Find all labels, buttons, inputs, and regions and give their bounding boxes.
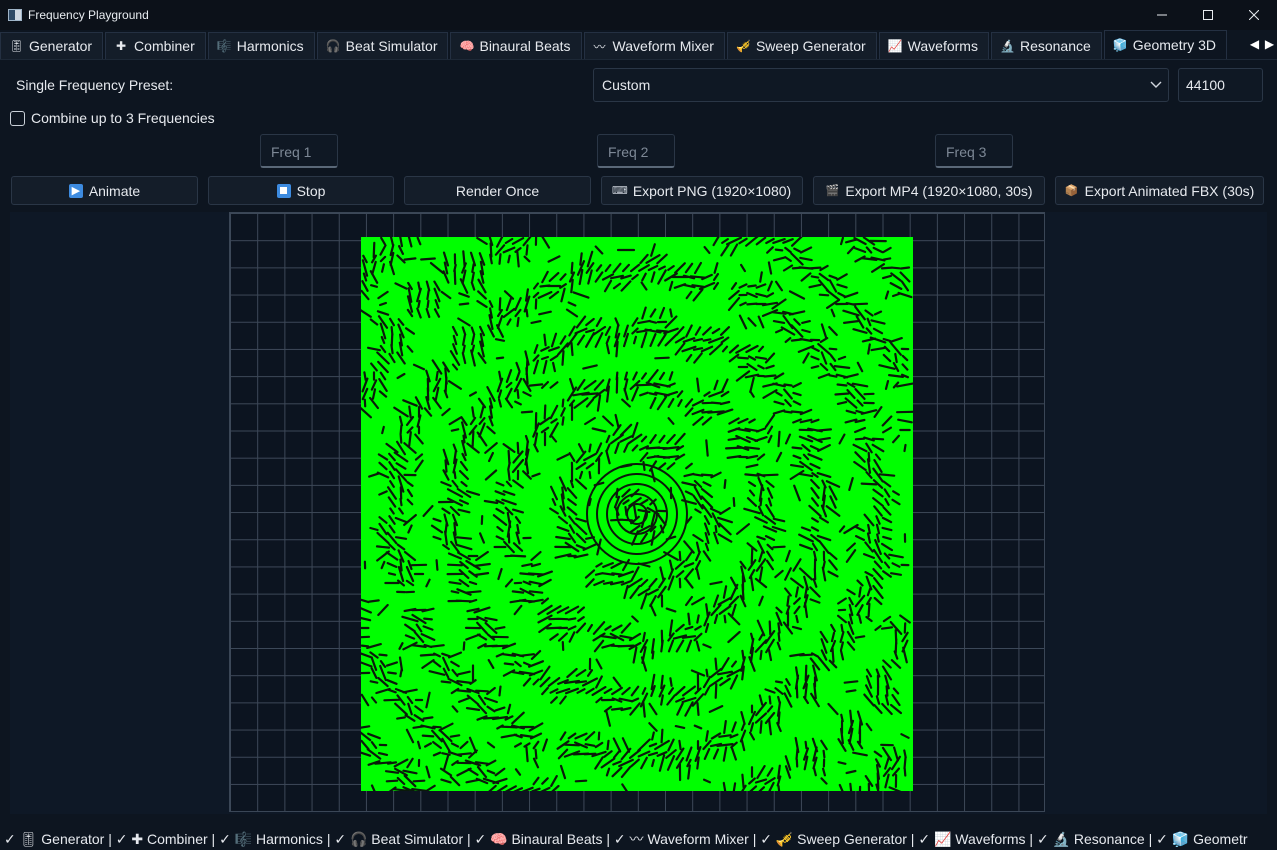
tab-waveforms[interactable]: 📈 Waveforms <box>878 32 989 59</box>
combine-checkbox-row[interactable]: Combine up to 3 Frequencies <box>10 110 215 126</box>
tab-label: Geometry 3D <box>1132 37 1217 53</box>
freq2-input[interactable]: Freq 2 <box>597 134 675 168</box>
chart-icon: 📈 <box>887 39 903 53</box>
preset-label: Single Frequency Preset: <box>16 77 174 93</box>
window-title: Frequency Playground <box>28 8 149 22</box>
stop-label: Stop <box>296 182 326 199</box>
microscope-icon: 🔬 <box>999 39 1015 53</box>
status-bar: ✓ 🎚 Generator | ✓ ✚ Combiner | ✓ 🎼 Harmo… <box>0 828 1277 850</box>
pattern-ring <box>586 463 688 565</box>
stop-icon <box>276 183 291 198</box>
grid-background <box>229 212 1045 812</box>
title-bar: Frequency Playground <box>0 0 1277 30</box>
pattern-ring <box>626 503 648 525</box>
interference-pattern-graphic <box>361 237 913 791</box>
tab-label: Waveform Mixer <box>612 38 714 54</box>
preset-row: Single Frequency Preset: Custom 44100 <box>0 68 1277 102</box>
tab-generator[interactable]: 🎚 Generator <box>0 32 104 59</box>
tab-geometry-3d[interactable]: 🧊 Geometry 3D <box>1103 30 1228 59</box>
export-png-label: Export PNG (1920×1080) <box>632 182 792 199</box>
tab-label: Beat Simulator <box>345 38 438 54</box>
export-png-button[interactable]: ⌨ Export PNG (1920×1080) <box>601 176 803 205</box>
tab-bar: 🎚 Generator ✚ Combiner 🎼 Harmonics 🎧 Beat Simul… <box>0 30 1277 60</box>
maximize-icon <box>1203 10 1213 20</box>
render-once-button[interactable]: Render Once <box>404 176 591 205</box>
pattern-strokes <box>361 237 913 791</box>
tab-scroll-left-icon[interactable]: ◀ <box>1247 30 1262 57</box>
sample-rate-input[interactable]: 44100 <box>1178 68 1263 102</box>
tab-scroll-buttons: ◀ ▶ <box>1247 30 1277 57</box>
headphones-icon: 🎧 <box>325 39 341 53</box>
geometry-pattern <box>361 237 913 791</box>
tab-resonance[interactable]: 🔬 Resonance <box>990 32 1102 59</box>
stop-button[interactable]: Stop <box>208 176 394 205</box>
chevron-down-icon <box>1150 81 1162 88</box>
animate-button[interactable]: ▶ Animate <box>11 176 198 205</box>
app-icon <box>8 9 22 21</box>
export-mp4-button[interactable]: 🎬 Export MP4 (1920×1080, 30s) <box>813 176 1045 205</box>
tab-scroll-right-icon[interactable]: ▶ <box>1262 30 1277 57</box>
action-buttons-row: ▶ Animate Stop Render Once ⌨ Export PNG … <box>0 176 1277 206</box>
render-canvas[interactable] <box>10 212 1267 814</box>
harmonics-icon: 🎼 <box>216 39 232 53</box>
close-button[interactable] <box>1231 0 1277 30</box>
combine-checkbox[interactable] <box>10 110 25 126</box>
export-fbx-button[interactable]: 📦 Export Animated FBX (30s) <box>1055 176 1264 205</box>
tab-label: Binaural Beats <box>479 38 571 54</box>
tab-harmonics[interactable]: 🎼 Harmonics <box>207 32 315 59</box>
tab-label: Generator <box>29 38 93 54</box>
wave-mixer-icon: 〰 <box>593 39 606 54</box>
combine-label: Combine up to 3 Frequencies <box>31 110 215 126</box>
sweep-icon: 🎺 <box>735 39 751 53</box>
animate-label: Animate <box>88 182 141 199</box>
pattern-ring <box>596 473 678 555</box>
tab-combiner[interactable]: ✚ Combiner <box>105 32 206 59</box>
tab-beat-simulator[interactable]: 🎧 Beat Simulator <box>316 32 449 59</box>
freq1-input[interactable]: Freq 1 <box>260 134 338 168</box>
tab-label: Harmonics <box>236 38 304 54</box>
maximize-button[interactable] <box>1185 0 1231 30</box>
package-icon: 📦 <box>1064 185 1079 197</box>
geometry-icon: 🧊 <box>1112 38 1128 52</box>
export-fbx-label: Export Animated FBX (30s) <box>1084 182 1255 199</box>
tab-waveform-mixer[interactable]: 〰 Waveform Mixer <box>583 32 725 59</box>
preset-selected-value: Custom <box>602 77 651 93</box>
window-controls <box>1139 0 1277 30</box>
tab-binaural-beats[interactable]: 🧠 Binaural Beats <box>450 32 582 59</box>
close-icon <box>1249 10 1259 20</box>
tab-label: Resonance <box>1019 38 1091 54</box>
clapper-icon: 🎬 <box>825 185 840 197</box>
tab-label: Sweep Generator <box>755 38 866 54</box>
minimize-icon <box>1157 14 1167 16</box>
plus-icon: ✚ <box>116 39 127 53</box>
preset-select[interactable]: Custom <box>593 68 1169 102</box>
tab-sweep-generator[interactable]: 🎺 Sweep Generator <box>726 32 877 59</box>
brain-icon: 🧠 <box>459 39 475 53</box>
play-icon: ▶ <box>68 183 83 198</box>
tab-label: Waveforms <box>907 38 978 54</box>
freq3-input[interactable]: Freq 3 <box>935 134 1013 168</box>
generator-icon: 🎚 <box>9 39 25 53</box>
keyboard-icon: ⌨ <box>611 185 628 197</box>
render-once-label: Render Once <box>455 182 540 199</box>
tab-label: Combiner <box>134 38 195 54</box>
minimize-button[interactable] <box>1139 0 1185 30</box>
export-mp4-label: Export MP4 (1920×1080, 30s) <box>845 182 1033 199</box>
